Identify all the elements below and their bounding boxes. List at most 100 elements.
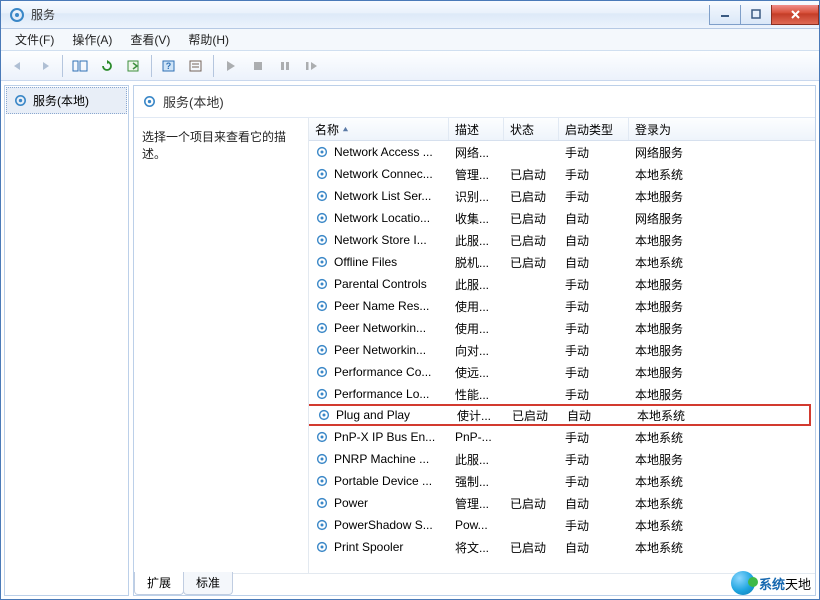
gear-icon <box>315 540 330 555</box>
menu-file[interactable]: 文件(F) <box>7 29 62 50</box>
show-hide-tree-button[interactable] <box>67 53 93 79</box>
tab-standard[interactable]: 标准 <box>183 572 233 595</box>
table-row[interactable]: Network Connec...管理...已启动手动本地系统 <box>309 163 815 185</box>
stop-service-button[interactable] <box>245 53 271 79</box>
cell-name: Parental Controls <box>309 277 449 292</box>
cell-name: Network Locatio... <box>309 211 449 226</box>
cell-status: 已启动 <box>504 539 559 556</box>
col-logon[interactable]: 登录为 <box>629 118 815 140</box>
cell-desc: 将文... <box>449 539 504 556</box>
cell-startup: 自动 <box>559 254 629 271</box>
maximize-button[interactable] <box>740 5 772 25</box>
cell-desc: 使远... <box>449 364 504 381</box>
gear-icon <box>315 365 330 380</box>
table-row[interactable]: Performance Lo...性能...手动本地服务 <box>309 383 815 405</box>
table-row[interactable]: PnP-X IP Bus En...PnP-...手动本地系统 <box>309 426 815 448</box>
cell-name: PnP-X IP Bus En... <box>309 430 449 445</box>
cell-logon: 网络服务 <box>629 144 815 161</box>
col-startup[interactable]: 启动类型 <box>559 118 629 140</box>
forward-button[interactable] <box>32 53 58 79</box>
table-row[interactable]: PNRP Machine ...此服...手动本地服务 <box>309 448 815 470</box>
cell-desc: 向对... <box>449 342 504 359</box>
cell-name: Network Connec... <box>309 167 449 182</box>
cell-startup: 自动 <box>559 495 629 512</box>
table-row[interactable]: Portable Device ...强制...手动本地系统 <box>309 470 815 492</box>
cell-desc: 此服... <box>449 451 504 468</box>
help-button[interactable]: ? <box>156 53 182 79</box>
cell-desc: 收集... <box>449 210 504 227</box>
cell-name: Power <box>309 496 449 511</box>
list-body[interactable]: Network Access ...网络...手动网络服务Network Con… <box>309 141 815 573</box>
table-row[interactable]: Peer Name Res...使用...手动本地服务 <box>309 295 815 317</box>
minimize-button[interactable] <box>709 5 741 25</box>
nav-pane[interactable]: 服务(本地) <box>4 85 129 596</box>
gear-icon <box>315 189 330 204</box>
cell-startup: 自动 <box>561 407 631 424</box>
gear-icon <box>13 93 28 108</box>
menu-action[interactable]: 操作(A) <box>64 29 120 50</box>
description-prompt: 选择一个项目来查看它的描述。 <box>142 130 286 161</box>
nav-services-local[interactable]: 服务(本地) <box>6 87 127 114</box>
menu-help[interactable]: 帮助(H) <box>180 29 237 50</box>
table-row[interactable]: Power管理...已启动自动本地系统 <box>309 492 815 514</box>
menu-view[interactable]: 查看(V) <box>122 29 178 50</box>
gear-icon <box>317 408 332 423</box>
cell-name: Peer Networkin... <box>309 343 449 358</box>
tab-extended[interactable]: 扩展 <box>134 572 184 595</box>
table-row[interactable]: Network Access ...网络...手动网络服务 <box>309 141 815 163</box>
cell-logon: 本地系统 <box>629 495 815 512</box>
cell-name: Portable Device ... <box>309 474 449 489</box>
cell-name: Network Access ... <box>309 145 449 160</box>
cell-desc: 网络... <box>449 144 504 161</box>
table-row[interactable]: Parental Controls此服...手动本地服务 <box>309 273 815 295</box>
restart-service-button[interactable] <box>299 53 325 79</box>
refresh-button[interactable] <box>94 53 120 79</box>
table-row[interactable]: Plug and Play使计...已启动自动本地系统 <box>309 404 811 426</box>
titlebar[interactable]: 服务 <box>1 1 819 29</box>
col-name[interactable]: 名称 <box>309 118 449 140</box>
back-button[interactable] <box>5 53 31 79</box>
services-icon <box>9 7 25 23</box>
cell-logon: 本地服务 <box>629 320 815 337</box>
cell-status: 已启动 <box>504 254 559 271</box>
col-status[interactable]: 状态 <box>504 118 559 140</box>
window-controls <box>710 5 819 25</box>
cell-desc: 使用... <box>449 320 504 337</box>
start-service-button[interactable] <box>218 53 244 79</box>
close-button[interactable] <box>771 5 819 25</box>
cell-name: Peer Networkin... <box>309 321 449 336</box>
gear-icon <box>315 299 330 314</box>
table-row[interactable]: Peer Networkin...使用...手动本地服务 <box>309 317 815 339</box>
cell-desc: 管理... <box>449 495 504 512</box>
table-row[interactable]: Network Locatio...收集...已启动自动网络服务 <box>309 207 815 229</box>
watermark-text: 系统天地 <box>759 574 811 593</box>
properties-button[interactable] <box>183 53 209 79</box>
gear-icon <box>315 321 330 336</box>
table-row[interactable]: PowerShadow S...Pow...手动本地系统 <box>309 514 815 536</box>
gear-icon <box>315 518 330 533</box>
col-desc[interactable]: 描述 <box>449 118 504 140</box>
services-window: 服务 文件(F) 操作(A) 查看(V) 帮助(H) ? 服务(本地 <box>0 0 820 600</box>
cell-logon: 本地系统 <box>629 166 815 183</box>
separator-icon <box>62 55 63 77</box>
cell-desc: 此服... <box>449 276 504 293</box>
table-row[interactable]: Offline Files脱机...已启动自动本地系统 <box>309 251 815 273</box>
table-row[interactable]: Network Store I...此服...已启动自动本地服务 <box>309 229 815 251</box>
cell-logon: 本地服务 <box>629 451 815 468</box>
table-row[interactable]: Performance Co...使远...手动本地服务 <box>309 361 815 383</box>
table-row[interactable]: Print Spooler将文...已启动自动本地系统 <box>309 536 815 558</box>
table-row[interactable]: Peer Networkin...向对...手动本地服务 <box>309 339 815 361</box>
pause-service-button[interactable] <box>272 53 298 79</box>
cell-startup: 手动 <box>559 473 629 490</box>
cell-name: Performance Lo... <box>309 387 449 402</box>
list-header: 名称 描述 状态 启动类型 登录为 <box>309 118 815 141</box>
export-button[interactable] <box>121 53 147 79</box>
gear-icon <box>315 145 330 160</box>
cell-desc: 脱机... <box>449 254 504 271</box>
table-row[interactable]: Network List Ser...识别...已启动手动本地服务 <box>309 185 815 207</box>
cell-name: Network List Ser... <box>309 189 449 204</box>
cell-name: PNRP Machine ... <box>309 452 449 467</box>
cell-status: 已启动 <box>504 232 559 249</box>
gear-icon <box>315 452 330 467</box>
cell-logon: 本地系统 <box>629 254 815 271</box>
